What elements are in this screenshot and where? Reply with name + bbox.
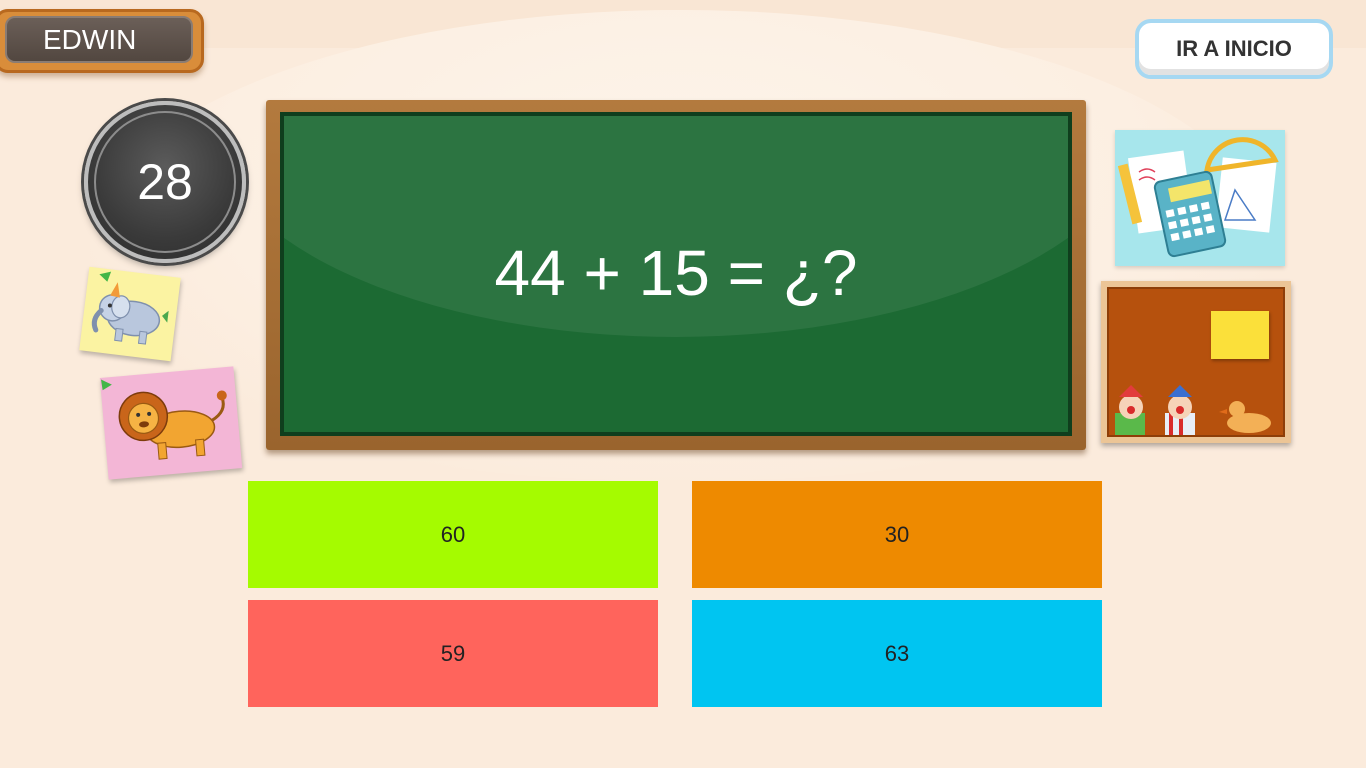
- cork-board: [1101, 281, 1291, 443]
- chalkboard-frame: 44 + 15 = ¿?: [266, 100, 1086, 450]
- answer-option-4[interactable]: 63: [692, 600, 1102, 707]
- home-button[interactable]: IR A INICIO: [1135, 19, 1333, 79]
- answer-option-1[interactable]: 60: [248, 481, 658, 588]
- timer-value: 28: [137, 154, 193, 210]
- player-name: EDWIN: [5, 16, 193, 63]
- cork-board-toys-icon: [1115, 385, 1271, 435]
- lion-icon: [118, 390, 227, 460]
- lion-note: [97, 366, 243, 480]
- answer-option-3[interactable]: 59: [248, 600, 658, 707]
- elephant-note: [79, 266, 181, 362]
- countdown-timer: 28: [84, 101, 246, 263]
- chalkboard: 44 + 15 = ¿?: [280, 112, 1072, 436]
- answer-option-2[interactable]: 30: [692, 481, 1102, 588]
- calculator-math-icon: [1117, 137, 1279, 258]
- cork-board-inner: [1107, 287, 1285, 437]
- player-name-plate: EDWIN: [0, 9, 204, 73]
- question-text: 44 + 15 = ¿?: [494, 237, 858, 309]
- elephant-icon: [91, 282, 169, 345]
- math-picture: [1115, 130, 1285, 266]
